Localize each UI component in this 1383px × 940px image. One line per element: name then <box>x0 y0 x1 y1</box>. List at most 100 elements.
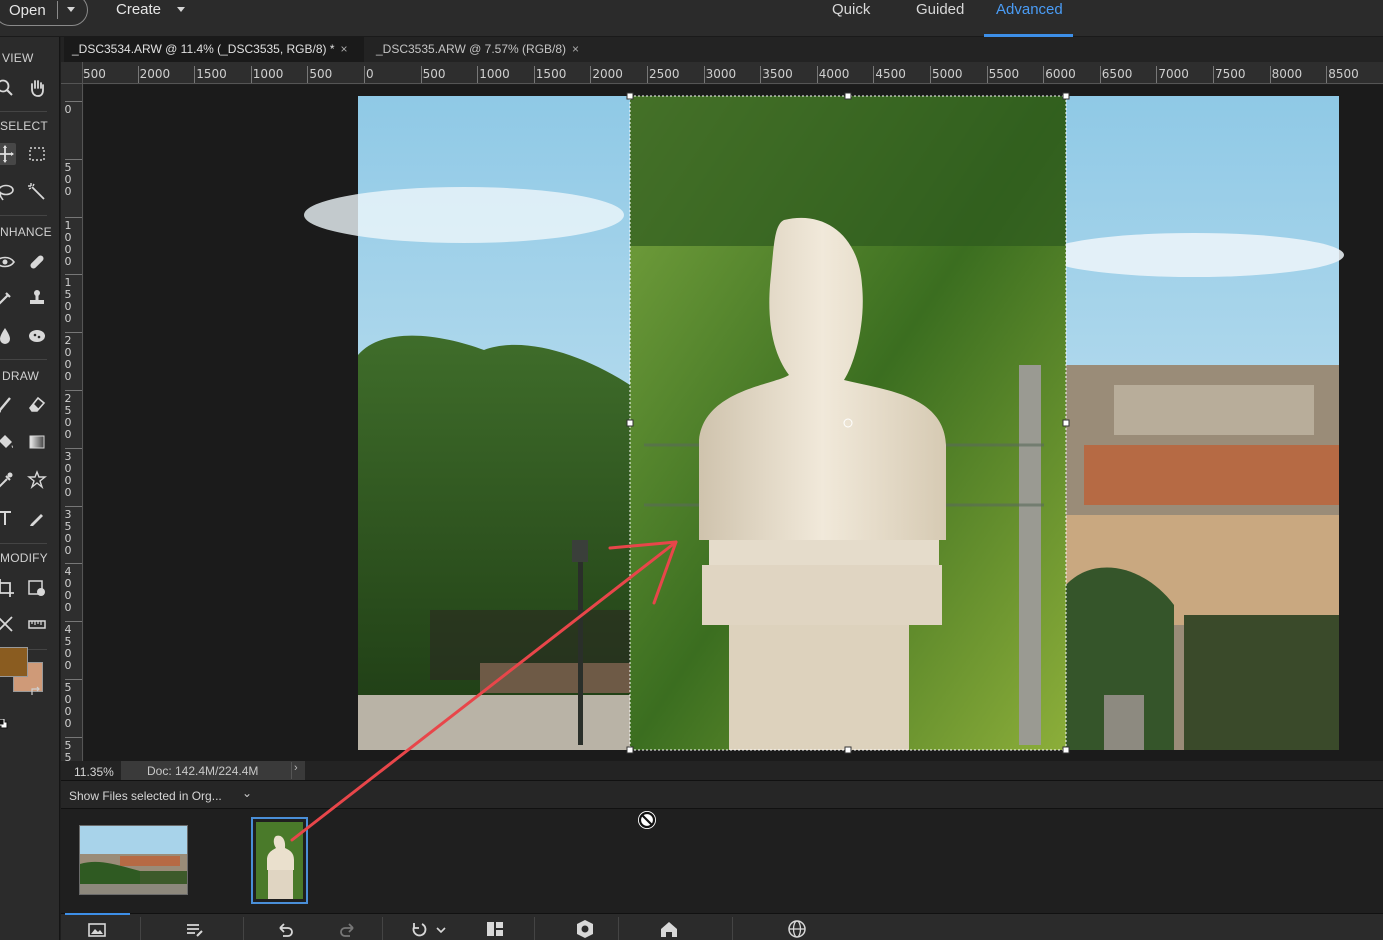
layout-icon[interactable] <box>484 918 506 940</box>
red-eye-tool-icon[interactable] <box>0 251 16 273</box>
rotate-dropdown-icon[interactable] <box>430 918 446 940</box>
document-tab-label: _DSC3535.ARW @ 7.57% (RGB/8) <box>376 42 567 56</box>
bottom-taskbar <box>61 913 1383 940</box>
toolbar-divider <box>0 111 47 112</box>
ruler-tick <box>65 563 82 565</box>
redo-icon[interactable] <box>337 918 359 940</box>
ruler-corner <box>61 62 83 84</box>
tool-options-icon[interactable] <box>183 918 205 940</box>
ruler-label: 5000 <box>932 67 963 81</box>
ruler-label: 8000 <box>1271 67 1303 81</box>
chevron-down-icon[interactable]: ⌄ <box>242 786 252 800</box>
eyedropper-tool-icon[interactable] <box>0 469 16 491</box>
ruler-label: 2500 <box>649 67 680 81</box>
organizer-icon[interactable] <box>574 918 596 940</box>
eraser-tool-icon[interactable] <box>26 393 48 415</box>
create-dropdown-icon[interactable] <box>177 7 185 12</box>
mode-quick-tab[interactable]: Quick <box>832 1 870 18</box>
document-size-text: Doc: 142.4M/224.4M <box>147 764 259 778</box>
undo-icon[interactable] <box>274 918 296 940</box>
ruler-label: 2000 <box>592 67 623 81</box>
ruler-label: 0 <box>64 312 72 326</box>
ruler-label: 1000 <box>252 67 284 81</box>
rotate-icon[interactable] <box>408 918 430 940</box>
document-tab[interactable]: _DSC3535.ARW @ 7.57% (RGB/8) × <box>368 37 588 62</box>
pencil-tool-icon[interactable] <box>26 507 48 529</box>
ruler-label: 1000 <box>479 67 510 81</box>
ruler-label: 7000 <box>1158 67 1189 81</box>
ruler-tick <box>1156 66 1158 83</box>
move-tool-icon[interactable] <box>0 143 16 165</box>
ruler-tick <box>816 66 818 83</box>
ruler-tick <box>1269 66 1271 83</box>
swap-colors-icon[interactable] <box>30 685 42 697</box>
ruler-label: 0 <box>64 717 72 730</box>
document-tab[interactable]: _DSC3534.ARW @ 11.4% (_DSC3535, RGB/8) *… <box>64 37 364 62</box>
open-label: Open <box>9 2 46 19</box>
photo-bin-thumbnail-selected[interactable] <box>251 817 308 904</box>
crop-tool-icon[interactable] <box>0 577 16 599</box>
ruler-label: 6500 <box>1101 67 1133 81</box>
zoom-tool-icon[interactable] <box>0 77 16 99</box>
ruler-tick <box>986 66 988 83</box>
open-button[interactable]: Open <box>0 0 88 26</box>
clone-stamp-tool-icon[interactable] <box>26 287 48 309</box>
ruler-label: 500 <box>309 67 333 81</box>
lasso-tool-icon[interactable] <box>0 181 16 203</box>
marquee-tool-icon[interactable] <box>26 143 48 165</box>
recompose-tool-icon[interactable] <box>26 577 48 599</box>
ruler-label: 4000 <box>818 67 850 81</box>
active-panel-indicator <box>65 913 130 915</box>
taskbar-divider <box>243 917 244 940</box>
ruler-label: 4500 <box>875 67 906 81</box>
photo-bin-source-dropdown[interactable]: Show Files selected in Org... <box>69 789 222 803</box>
create-button[interactable]: Create <box>116 1 161 18</box>
mode-guided-tab[interactable]: Guided <box>916 1 964 18</box>
ruler-tick <box>760 66 762 83</box>
ruler-tick <box>533 66 535 83</box>
paint-bucket-tool-icon[interactable] <box>0 431 16 453</box>
ruler-label: 0 <box>64 485 72 499</box>
ruler-label: 8500 <box>1328 67 1359 81</box>
sponge-tool-icon[interactable] <box>26 325 48 347</box>
document-size-info[interactable]: Doc: 142.4M/224.4M › <box>121 761 305 780</box>
custom-shape-tool-icon[interactable] <box>26 469 48 491</box>
spot-healing-tool-icon[interactable] <box>26 251 48 273</box>
horizontal-ruler: 500 2000 1500 1000 500 0 500 1000 1500 2000 2500 30… <box>61 62 1383 84</box>
ruler-tick <box>1043 66 1045 83</box>
ruler-tick <box>65 505 82 507</box>
blur-tool-icon[interactable] <box>0 325 16 347</box>
open-separator <box>57 1 58 19</box>
straighten-tool-icon[interactable] <box>26 613 48 635</box>
ruler-tick <box>65 447 82 449</box>
zoom-level[interactable]: 11.35% <box>74 765 114 779</box>
section-modify-label: MODIFY <box>0 551 48 565</box>
close-tab-icon[interactable]: × <box>572 42 579 56</box>
smart-brush-tool-icon[interactable] <box>0 287 16 309</box>
section-draw-label: DRAW <box>2 369 40 383</box>
default-colors-icon[interactable] <box>0 716 8 729</box>
image-canvas[interactable]: G. Garibaldi <box>84 85 1383 761</box>
ruler-label: 0 <box>64 184 72 198</box>
photo-bin-thumbnail[interactable] <box>79 825 188 895</box>
status-menu-arrow-icon[interactable]: › <box>291 762 303 779</box>
ruler-tick <box>65 101 82 102</box>
not-allowed-cursor-icon <box>637 810 657 830</box>
foreground-color-swatch[interactable] <box>0 647 28 677</box>
close-tab-icon[interactable]: × <box>341 42 348 56</box>
document-tabs: _DSC3534.ARW @ 11.4% (_DSC3535, RGB/8) *… <box>61 37 1383 62</box>
web-icon[interactable] <box>786 918 808 940</box>
hand-tool-icon[interactable] <box>26 77 48 99</box>
brush-tool-icon[interactable] <box>0 393 16 415</box>
open-dropdown-icon[interactable] <box>67 7 75 12</box>
taskbar-divider <box>618 917 619 940</box>
content-aware-move-tool-icon[interactable] <box>0 613 16 635</box>
vertical-ruler: 0500100015002000250030003500400045005000… <box>61 84 83 761</box>
document-image: G. Garibaldi <box>304 92 1344 754</box>
gradient-tool-icon[interactable] <box>26 431 48 453</box>
type-tool-icon[interactable] <box>0 507 16 529</box>
home-screen-icon[interactable] <box>658 918 680 940</box>
photo-bin-icon[interactable] <box>86 918 108 940</box>
magic-wand-tool-icon[interactable] <box>26 181 48 203</box>
mode-advanced-tab[interactable]: Advanced <box>996 1 1063 18</box>
